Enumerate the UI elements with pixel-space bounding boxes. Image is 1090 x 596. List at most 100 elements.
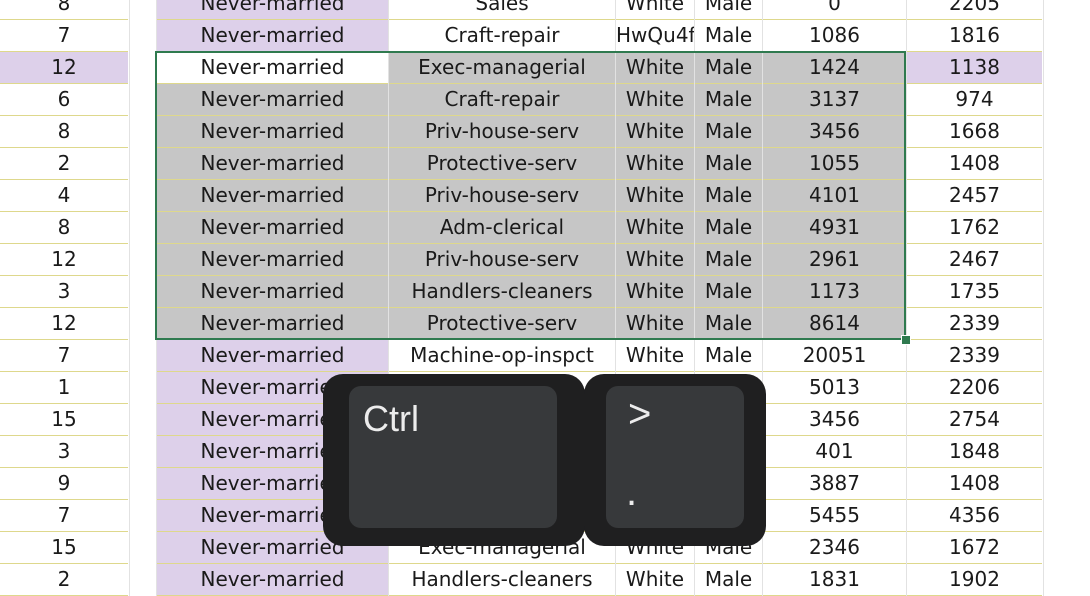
table-cell[interactable]: 2467 <box>907 244 1042 276</box>
table-cell[interactable]: White <box>616 564 694 596</box>
table-cell[interactable]: White <box>616 180 694 212</box>
table-cell[interactable]: 0 <box>763 0 906 20</box>
table-cell[interactable]: White <box>616 308 694 340</box>
table-cell[interactable]: 1408 <box>907 468 1042 500</box>
table-cell[interactable]: 3 <box>0 276 128 308</box>
table-cell[interactable]: 2339 <box>907 340 1042 372</box>
table-cell[interactable]: White <box>616 244 694 276</box>
table-cell[interactable]: Never-married <box>157 0 388 20</box>
table-cell[interactable]: 2457 <box>907 180 1042 212</box>
table-cell[interactable]: Craft-repair <box>389 84 615 116</box>
table-cell[interactable]: 2346 <box>763 532 906 564</box>
table-cell[interactable]: Never-married <box>157 340 388 372</box>
table-cell[interactable]: 1086 <box>763 20 906 52</box>
table-cell[interactable]: Male <box>695 116 762 148</box>
table-cell[interactable]: 2 <box>0 148 128 180</box>
fill-handle[interactable] <box>901 335 911 345</box>
table-cell[interactable]: Craft-repair <box>389 20 615 52</box>
table-cell[interactable]: Male <box>695 180 762 212</box>
table-cell[interactable]: 2 <box>0 564 128 596</box>
table-cell[interactable]: 8 <box>0 116 128 148</box>
table-cell[interactable]: White <box>616 212 694 244</box>
table-cell[interactable]: 12 <box>0 308 128 340</box>
table-cell[interactable]: Never-married <box>157 148 388 180</box>
table-cell[interactable]: 1672 <box>907 532 1042 564</box>
table-cell[interactable]: Priv-house-serv <box>389 116 615 148</box>
table-cell[interactable]: 4356 <box>907 500 1042 532</box>
table-cell[interactable]: 2961 <box>763 244 906 276</box>
table-cell[interactable]: 2754 <box>907 404 1042 436</box>
table-cell[interactable]: 4101 <box>763 180 906 212</box>
table-cell[interactable]: 1668 <box>907 116 1042 148</box>
table-cell[interactable]: White <box>616 84 694 116</box>
table-cell[interactable]: 1138 <box>907 52 1042 84</box>
table-cell[interactable]: White <box>616 340 694 372</box>
table-cell[interactable]: Sales <box>389 0 615 20</box>
table-cell[interactable]: 20051 <box>763 340 906 372</box>
table-cell[interactable]: 3 <box>0 436 128 468</box>
table-cell[interactable]: 2339 <box>907 308 1042 340</box>
table-cell[interactable]: Exec-managerial <box>389 52 615 84</box>
table-cell[interactable]: 12 <box>0 244 128 276</box>
table-cell[interactable]: Machine-op-inspct <box>389 340 615 372</box>
table-cell[interactable]: Male <box>695 340 762 372</box>
table-cell[interactable]: 15 <box>0 404 128 436</box>
table-cell[interactable]: Never-married <box>157 244 388 276</box>
table-cell[interactable]: 1735 <box>907 276 1042 308</box>
table-cell[interactable]: 1173 <box>763 276 906 308</box>
table-cell[interactable]: 5013 <box>763 372 906 404</box>
table-cell[interactable]: 12 <box>0 52 128 84</box>
table-cell[interactable]: 3456 <box>763 404 906 436</box>
table-cell[interactable]: 5455 <box>763 500 906 532</box>
table-cell[interactable]: 6 <box>0 84 128 116</box>
table-cell[interactable]: White <box>616 276 694 308</box>
table-cell[interactable]: Adm-clerical <box>389 212 615 244</box>
table-cell[interactable]: White <box>616 52 694 84</box>
table-cell[interactable]: 8614 <box>763 308 906 340</box>
table-cell[interactable]: 1816 <box>907 20 1042 52</box>
table-cell[interactable]: Handlers-cleaners <box>389 564 615 596</box>
table-cell[interactable]: Priv-house-serv <box>389 244 615 276</box>
table-cell[interactable]: Male <box>695 276 762 308</box>
table-cell[interactable]: Never-married <box>157 84 388 116</box>
table-cell[interactable]: Never-married <box>157 20 388 52</box>
table-cell[interactable]: 1848 <box>907 436 1042 468</box>
table-cell[interactable]: 4931 <box>763 212 906 244</box>
table-cell[interactable]: White <box>616 148 694 180</box>
table-cell[interactable]: Protective-serv <box>389 148 615 180</box>
table-cell[interactable]: Male <box>695 148 762 180</box>
table-cell[interactable]: 7 <box>0 340 128 372</box>
table-cell[interactable]: Never-married <box>157 308 388 340</box>
table-cell[interactable]: 401 <box>763 436 906 468</box>
table-cell[interactable]: 8 <box>0 0 128 20</box>
table-cell[interactable]: Never-married <box>157 180 388 212</box>
table-cell[interactable]: Male <box>695 0 762 20</box>
table-cell[interactable]: 1408 <box>907 148 1042 180</box>
table-cell[interactable]: 2206 <box>907 372 1042 404</box>
table-cell[interactable]: 3137 <box>763 84 906 116</box>
table-cell[interactable]: White <box>616 0 694 20</box>
table-cell[interactable]: Handlers-cleaners <box>389 276 615 308</box>
table-cell[interactable]: 8 <box>0 212 128 244</box>
table-cell[interactable]: 1055 <box>763 148 906 180</box>
table-cell[interactable]: Priv-house-serv <box>389 180 615 212</box>
table-cell[interactable]: 3887 <box>763 468 906 500</box>
table-cell[interactable]: 1 <box>0 372 128 404</box>
table-cell[interactable]: 4 <box>0 180 128 212</box>
table-cell[interactable]: 974 <box>907 84 1042 116</box>
table-cell[interactable]: Male <box>695 244 762 276</box>
table-cell[interactable]: 1902 <box>907 564 1042 596</box>
table-cell[interactable]: Male <box>695 212 762 244</box>
table-cell[interactable]: White <box>616 116 694 148</box>
table-cell[interactable]: Never-married <box>157 116 388 148</box>
table-cell[interactable]: Never-married <box>157 564 388 596</box>
table-cell[interactable]: 1762 <box>907 212 1042 244</box>
table-cell[interactable]: Male <box>695 308 762 340</box>
table-cell[interactable]: 2205 <box>907 0 1042 20</box>
table-cell[interactable]: Protective-serv <box>389 308 615 340</box>
table-cell[interactable]: Never-married <box>157 52 388 84</box>
table-cell[interactable]: 9 <box>0 468 128 500</box>
table-cell[interactable]: HwQu4fi <box>616 20 694 52</box>
table-cell[interactable]: 1831 <box>763 564 906 596</box>
table-cell[interactable]: Never-married <box>157 276 388 308</box>
